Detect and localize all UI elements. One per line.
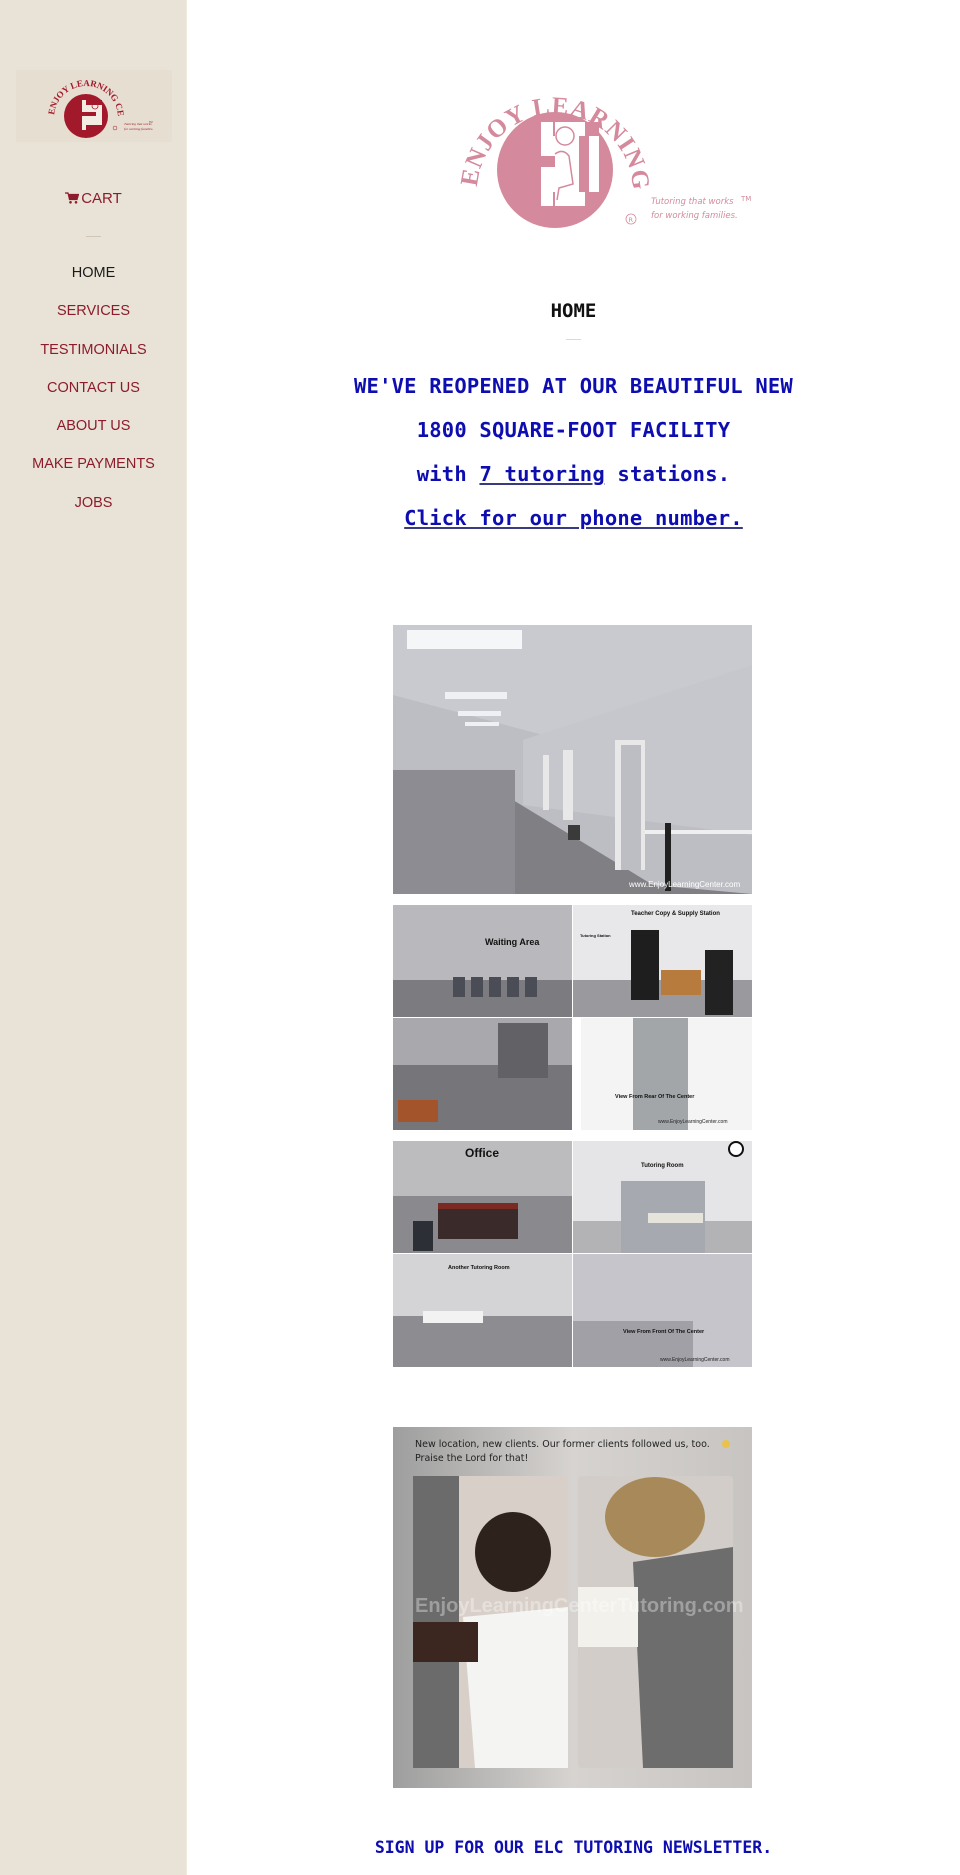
enjoy-learning-center-logo-icon: ENJOY LEARNING CENTER Tutoring that work… bbox=[16, 70, 153, 138]
svg-text:Waiting Area: Waiting Area bbox=[485, 937, 540, 947]
collage-image-icon: Waiting Area Teacher Copy & Supply Stati… bbox=[393, 905, 752, 1130]
headline-line-4: Click for our phone number. bbox=[187, 506, 960, 530]
svg-text:TM: TM bbox=[740, 195, 751, 203]
students-tutoring-photo[interactable]: New location, new clients. Our former cl… bbox=[393, 1427, 752, 1788]
svg-text:EnjoyLearningCenterTutoring.co: EnjoyLearningCenterTutoring.com bbox=[415, 1595, 744, 1617]
nav-link-home[interactable]: HOME bbox=[72, 262, 116, 284]
tutoring-stations-link[interactable]: 7 tutoring bbox=[479, 462, 604, 486]
svg-text:www.EnjoyLearningCenter.com: www.EnjoyLearningCenter.com bbox=[628, 880, 741, 889]
cart-icon bbox=[65, 192, 80, 204]
nav-link-jobs[interactable]: JOBS bbox=[75, 492, 113, 514]
nav-item-home: HOME bbox=[0, 262, 187, 300]
nav-item-services: SERVICES bbox=[0, 300, 187, 338]
main-logo[interactable]: ENJOY LEARNING CENTER Tutoring that work… bbox=[455, 60, 755, 236]
phone-number-link[interactable]: Click for our phone number. bbox=[404, 506, 743, 530]
svg-text:Another Tutoring Room: Another Tutoring Room bbox=[448, 1265, 510, 1271]
headline-suffix: stations. bbox=[604, 462, 731, 486]
sidebar-divider bbox=[86, 236, 101, 237]
sidebar-nav: HOME SERVICES TESTIMONIALS CONTACT US AB… bbox=[0, 262, 187, 530]
headline-line-1: WE'VE REOPENED AT OUR BEAUTIFUL NEW bbox=[354, 374, 793, 398]
facility-hallway-photo[interactable]: www.EnjoyLearningCenter.com bbox=[393, 625, 752, 894]
svg-text:Tutoring Station: Tutoring Station bbox=[580, 933, 611, 938]
svg-text:for working families.: for working families. bbox=[124, 127, 153, 131]
nav-link-make-payments[interactable]: MAKE PAYMENTS bbox=[32, 453, 155, 475]
svg-text:New location, new clients. Ou: New location, new clients. Our former cl… bbox=[415, 1439, 710, 1450]
svg-text:for working families.: for working families. bbox=[651, 211, 738, 221]
page-title: HOME bbox=[550, 300, 597, 322]
nav-item-contact-us: CONTACT US bbox=[0, 377, 187, 415]
headline-prefix: with bbox=[416, 462, 480, 486]
svg-text:Tutoring Room: Tutoring Room bbox=[641, 1163, 684, 1169]
svg-text:Office: Office bbox=[465, 1146, 499, 1160]
svg-text:www.EnjoyLearningCenter.com: www.EnjoyLearningCenter.com bbox=[660, 1357, 729, 1363]
headline-line-3: with 7 tutoring stations. bbox=[187, 462, 960, 486]
nav-item-make-payments: MAKE PAYMENTS bbox=[0, 453, 187, 491]
sidebar-logo[interactable]: ENJOY LEARNING CENTER Tutoring that work… bbox=[16, 70, 172, 142]
nav-link-testimonials[interactable]: TESTIMONIALS bbox=[40, 339, 146, 361]
enjoy-learning-center-main-logo-icon: ENJOY LEARNING CENTER Tutoring that work… bbox=[455, 60, 751, 228]
nav-item-testimonials: TESTIMONIALS bbox=[0, 339, 187, 377]
nav-item-about-us: ABOUT US bbox=[0, 415, 187, 453]
facility-collage-1[interactable]: Waiting Area Teacher Copy & Supply Stati… bbox=[393, 905, 752, 1130]
nav-link-services[interactable]: SERVICES bbox=[57, 300, 130, 322]
nav-link-contact-us[interactable]: CONTACT US bbox=[47, 377, 140, 399]
collage-image-icon: Office Tutoring Room Another Tutoring Ro… bbox=[393, 1141, 752, 1367]
nav-item-jobs: JOBS bbox=[0, 492, 187, 530]
svg-text:www.EnjoyLearningCenter.com: www.EnjoyLearningCenter.com bbox=[658, 1119, 727, 1125]
svg-text:Tutoring that works: Tutoring that works bbox=[651, 197, 734, 207]
svg-text:TM: TM bbox=[149, 121, 153, 124]
nav-link-about-us[interactable]: ABOUT US bbox=[57, 415, 131, 437]
title-divider bbox=[566, 339, 581, 340]
svg-text:R: R bbox=[629, 216, 634, 224]
svg-text:Praise the Lord for that!: Praise the Lord for that! bbox=[415, 1453, 528, 1464]
cart-link[interactable]: CART bbox=[0, 190, 187, 207]
facility-collage-2[interactable]: Office Tutoring Room Another Tutoring Ro… bbox=[393, 1141, 752, 1367]
newsletter-signup-link[interactable]: SIGN UP FOR OUR ELC TUTORING NEWSLETTER. bbox=[187, 1838, 960, 1857]
headline-line-2: 1800 SQUARE-FOOT FACILITY bbox=[416, 418, 731, 442]
sidebar: ENJOY LEARNING CENTER Tutoring that work… bbox=[0, 0, 187, 1875]
students-image-icon: New location, new clients. Our former cl… bbox=[393, 1427, 752, 1788]
svg-text:View From Rear Of The Center: View From Rear Of The Center bbox=[615, 1094, 695, 1100]
hallway-image-icon: www.EnjoyLearningCenter.com bbox=[393, 625, 752, 894]
cart-label: CART bbox=[81, 190, 122, 207]
svg-text:Teacher Copy & Supply Station: Teacher Copy & Supply Station bbox=[631, 911, 720, 917]
svg-text:View From Front Of The Center: View From Front Of The Center bbox=[623, 1329, 705, 1335]
